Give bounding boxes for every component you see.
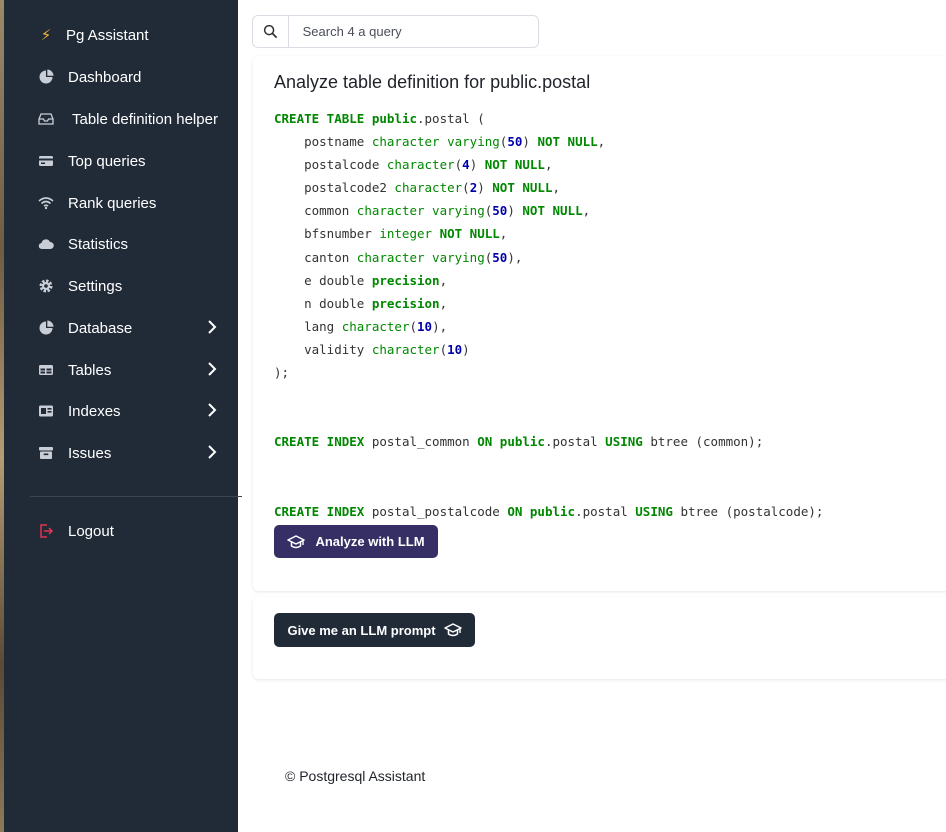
sidebar-divider	[30, 496, 242, 497]
sidebar-item-tables[interactable]: Tables	[38, 359, 228, 381]
sidebar-item-label: Statistics	[68, 235, 129, 253]
search-box	[252, 15, 539, 48]
sidebar-item-label: Top queries	[68, 152, 146, 170]
sidebar-item-logout[interactable]: Logout	[38, 520, 228, 542]
chevron-right-icon	[208, 362, 217, 376]
gear-icon	[38, 278, 54, 294]
graduation-cap-icon	[443, 623, 462, 637]
sidebar-item-dashboard[interactable]: Dashboard	[38, 66, 228, 88]
search-input[interactable]	[288, 17, 538, 46]
sidebar-item-label: Table definition helper	[72, 110, 218, 128]
table-icon	[38, 362, 54, 378]
logout-icon	[38, 523, 54, 539]
cloud-icon	[38, 236, 54, 252]
table-ddl-code: CREATE TABLE public.postal ( postname ch…	[274, 111, 824, 519]
graduation-cap-icon	[287, 534, 306, 548]
sidebar-item-label: Logout	[68, 522, 114, 540]
sidebar: ⚡ Pg Assistant Dashboard Table definitio…	[4, 0, 242, 832]
brand[interactable]: ⚡ Pg Assistant	[38, 24, 149, 46]
sidebar-item-top-queries[interactable]: Top queries	[38, 150, 228, 172]
search-icon[interactable]	[253, 16, 289, 47]
pie-chart-icon	[38, 69, 54, 85]
chevron-right-icon	[208, 445, 217, 459]
give-llm-prompt-button[interactable]: Give me an LLM prompt	[274, 613, 475, 647]
sidebar-item-indexes[interactable]: Indexes	[38, 400, 228, 422]
chevron-right-icon	[208, 320, 217, 334]
sidebar-item-label: Indexes	[68, 402, 121, 420]
pie-chart-icon	[38, 320, 54, 336]
table-definition-card: Analyze table definition for public.post…	[253, 56, 946, 591]
llm-prompt-card: Give me an LLM prompt	[253, 597, 946, 679]
analyze-with-llm-button[interactable]: Analyze with LLM	[274, 525, 438, 558]
chevron-right-icon	[208, 403, 217, 417]
sidebar-item-table-definition-helper[interactable]: Table definition helper	[38, 108, 238, 130]
analyze-button-label: Analyze with LLM	[315, 534, 425, 549]
tray-icon	[38, 111, 54, 127]
sidebar-item-label: Tables	[68, 361, 112, 379]
prompt-button-label: Give me an LLM prompt	[287, 622, 436, 638]
sidebar-item-database[interactable]: Database	[38, 317, 228, 339]
page-title: Analyze table definition for public.post…	[274, 72, 591, 92]
sidebar-item-label: Settings	[68, 277, 123, 295]
lightning-icon: ⚡	[40, 27, 52, 44]
sidebar-item-label: Issues	[68, 444, 112, 462]
card-icon	[38, 153, 54, 169]
sidebar-item-statistics[interactable]: Statistics	[38, 233, 228, 255]
sidebar-item-rank-queries[interactable]: Rank queries	[38, 192, 228, 214]
wifi-icon	[38, 195, 54, 211]
sidebar-item-label: Rank queries	[68, 194, 157, 212]
index-icon	[38, 403, 54, 419]
sidebar-item-label: Dashboard	[68, 68, 142, 86]
archive-icon	[38, 445, 54, 461]
footer-copyright: © Postgresql Assistant	[285, 768, 426, 784]
sidebar-item-settings[interactable]: Settings	[38, 275, 228, 297]
sidebar-item-label: Database	[68, 319, 133, 337]
sidebar-item-issues[interactable]: Issues	[38, 442, 228, 464]
brand-title: Pg Assistant	[66, 26, 149, 44]
